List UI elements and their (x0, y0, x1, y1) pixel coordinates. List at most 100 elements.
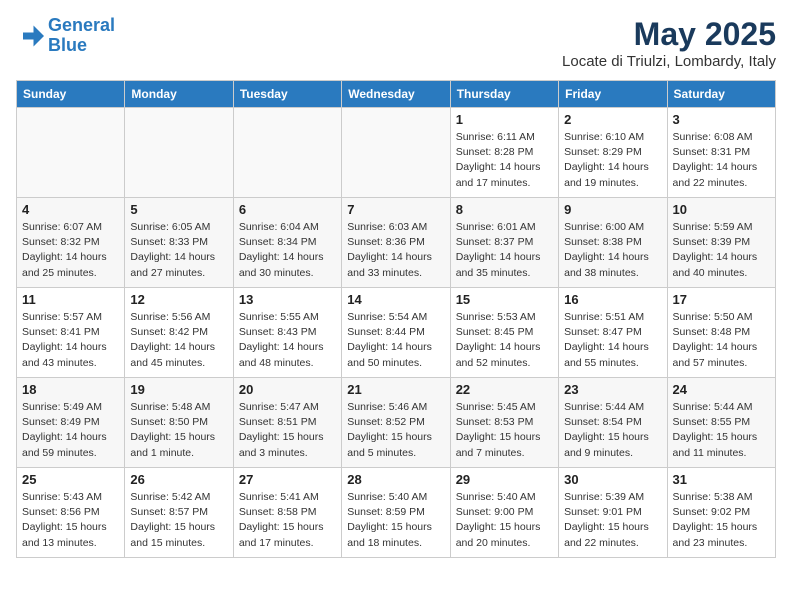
day-number: 10 (673, 202, 770, 217)
day-info: Sunrise: 5:57 AM Sunset: 8:41 PM Dayligh… (22, 310, 119, 371)
day-info: Sunrise: 5:51 AM Sunset: 8:47 PM Dayligh… (564, 310, 661, 371)
day-number: 8 (456, 202, 553, 217)
location-title: Locate di Triulzi, Lombardy, Italy (562, 53, 776, 70)
title-block: May 2025 Locate di Triulzi, Lombardy, It… (562, 16, 776, 70)
day-number: 17 (673, 292, 770, 307)
table-row: 28Sunrise: 5:40 AM Sunset: 8:59 PM Dayli… (342, 468, 450, 558)
day-number: 19 (130, 382, 227, 397)
day-number: 16 (564, 292, 661, 307)
col-wednesday: Wednesday (342, 81, 450, 108)
logo: General Blue (16, 16, 115, 56)
page-header: General Blue May 2025 Locate di Triulzi,… (16, 16, 776, 70)
day-info: Sunrise: 5:45 AM Sunset: 8:53 PM Dayligh… (456, 400, 553, 461)
calendar-header-row: Sunday Monday Tuesday Wednesday Thursday… (17, 81, 776, 108)
day-number: 3 (673, 112, 770, 127)
day-info: Sunrise: 6:08 AM Sunset: 8:31 PM Dayligh… (673, 130, 770, 191)
day-info: Sunrise: 5:41 AM Sunset: 8:58 PM Dayligh… (239, 490, 336, 551)
table-row: 10 Sunrise: 5:59 AM Sunset: 8:39 PM Dayli… (667, 198, 775, 288)
day-info: Sunrise: 5:50 AM Sunset: 8:48 PM Dayligh… (673, 310, 770, 371)
col-friday: Friday (559, 81, 667, 108)
table-row: 11 Sunrise: 5:57 AM Sunset: 8:41 PM Dayli… (17, 288, 125, 378)
day-number: 20 (239, 382, 336, 397)
table-row (233, 108, 341, 198)
day-info: Sunrise: 5:44 AM Sunset: 8:55 PM Dayligh… (673, 400, 770, 461)
day-info: Sunrise: 5:54 AM Sunset: 8:44 PM Dayligh… (347, 310, 444, 371)
day-number: 21 (347, 382, 444, 397)
day-info: Sunrise: 6:10 AM Sunset: 8:29 PM Dayligh… (564, 130, 661, 191)
table-row: 24 Sunrise: 5:44 AM Sunset: 8:55 PM Dayli… (667, 378, 775, 468)
day-number: 29 (456, 472, 553, 487)
table-row: 3 Sunrise: 6:08 AM Sunset: 8:31 PM Daylig… (667, 108, 775, 198)
table-row: 13 Sunrise: 5:55 AM Sunset: 8:43 PM Dayli… (233, 288, 341, 378)
day-info: Sunrise: 5:55 AM Sunset: 8:43 PM Dayligh… (239, 310, 336, 371)
logo-line1: General (48, 15, 115, 35)
day-number: 22 (456, 382, 553, 397)
table-row: 1 Sunrise: 6:11 AM Sunset: 8:28 PM Daylig… (450, 108, 558, 198)
day-number: 31 (673, 472, 770, 487)
col-saturday: Saturday (667, 81, 775, 108)
table-row: 14 Sunrise: 5:54 AM Sunset: 8:44 PM Dayli… (342, 288, 450, 378)
table-row: 17 Sunrise: 5:50 AM Sunset: 8:48 PM Dayli… (667, 288, 775, 378)
table-row: 12 Sunrise: 5:56 AM Sunset: 8:42 PM Dayli… (125, 288, 233, 378)
calendar-week-row: 11 Sunrise: 5:57 AM Sunset: 8:41 PM Dayli… (17, 288, 776, 378)
day-number: 13 (239, 292, 336, 307)
day-number: 4 (22, 202, 119, 217)
day-number: 25 (22, 472, 119, 487)
day-info: Sunrise: 5:48 AM Sunset: 8:50 PM Dayligh… (130, 400, 227, 461)
table-row: 7 Sunrise: 6:03 AM Sunset: 8:36 PM Daylig… (342, 198, 450, 288)
day-info: Sunrise: 5:49 AM Sunset: 8:49 PM Dayligh… (22, 400, 119, 461)
logo-icon (16, 22, 44, 50)
table-row: 30Sunrise: 5:39 AM Sunset: 9:01 PM Dayli… (559, 468, 667, 558)
day-number: 18 (22, 382, 119, 397)
day-number: 11 (22, 292, 119, 307)
day-number: 1 (456, 112, 553, 127)
table-row: 31Sunrise: 5:38 AM Sunset: 9:02 PM Dayli… (667, 468, 775, 558)
day-info: Sunrise: 5:44 AM Sunset: 8:54 PM Dayligh… (564, 400, 661, 461)
day-number: 6 (239, 202, 336, 217)
day-info: Sunrise: 5:40 AM Sunset: 9:00 PM Dayligh… (456, 490, 553, 551)
table-row: 16 Sunrise: 5:51 AM Sunset: 8:47 PM Dayli… (559, 288, 667, 378)
table-row: 8Sunrise: 6:01 AM Sunset: 8:37 PM Daylig… (450, 198, 558, 288)
table-row: 22 Sunrise: 5:45 AM Sunset: 8:53 PM Dayli… (450, 378, 558, 468)
calendar-week-row: 25 Sunrise: 5:43 AM Sunset: 8:56 PM Dayli… (17, 468, 776, 558)
table-row: 18 Sunrise: 5:49 AM Sunset: 8:49 PM Dayli… (17, 378, 125, 468)
table-row: 5 Sunrise: 6:05 AM Sunset: 8:33 PM Daylig… (125, 198, 233, 288)
table-row: 29 Sunrise: 5:40 AM Sunset: 9:00 PM Dayli… (450, 468, 558, 558)
table-row: 23 Sunrise: 5:44 AM Sunset: 8:54 PM Dayli… (559, 378, 667, 468)
table-row: 4Sunrise: 6:07 AM Sunset: 8:32 PM Daylig… (17, 198, 125, 288)
day-info: Sunrise: 5:46 AM Sunset: 8:52 PM Dayligh… (347, 400, 444, 461)
table-row: 9Sunrise: 6:00 AM Sunset: 8:38 PM Daylig… (559, 198, 667, 288)
day-number: 14 (347, 292, 444, 307)
table-row: 15Sunrise: 5:53 AM Sunset: 8:45 PM Dayli… (450, 288, 558, 378)
calendar-week-row: 18 Sunrise: 5:49 AM Sunset: 8:49 PM Dayli… (17, 378, 776, 468)
table-row: 21 Sunrise: 5:46 AM Sunset: 8:52 PM Dayli… (342, 378, 450, 468)
day-number: 23 (564, 382, 661, 397)
table-row (342, 108, 450, 198)
table-row: 2 Sunrise: 6:10 AM Sunset: 8:29 PM Daylig… (559, 108, 667, 198)
day-number: 7 (347, 202, 444, 217)
calendar-week-row: 1 Sunrise: 6:11 AM Sunset: 8:28 PM Daylig… (17, 108, 776, 198)
logo-line2: Blue (48, 35, 87, 55)
table-row (125, 108, 233, 198)
table-row: 6 Sunrise: 6:04 AM Sunset: 8:34 PM Daylig… (233, 198, 341, 288)
day-number: 26 (130, 472, 227, 487)
day-info: Sunrise: 5:53 AM Sunset: 8:45 PM Dayligh… (456, 310, 553, 371)
day-info: Sunrise: 5:59 AM Sunset: 8:39 PM Dayligh… (673, 220, 770, 281)
day-number: 24 (673, 382, 770, 397)
day-info: Sunrise: 5:43 AM Sunset: 8:56 PM Dayligh… (22, 490, 119, 551)
day-number: 12 (130, 292, 227, 307)
day-info: Sunrise: 6:05 AM Sunset: 8:33 PM Dayligh… (130, 220, 227, 281)
col-sunday: Sunday (17, 81, 125, 108)
day-info: Sunrise: 5:42 AM Sunset: 8:57 PM Dayligh… (130, 490, 227, 551)
day-info: Sunrise: 6:03 AM Sunset: 8:36 PM Dayligh… (347, 220, 444, 281)
day-info: Sunrise: 5:39 AM Sunset: 9:01 PM Dayligh… (564, 490, 661, 551)
calendar-table: Sunday Monday Tuesday Wednesday Thursday… (16, 80, 776, 558)
day-info: Sunrise: 6:04 AM Sunset: 8:34 PM Dayligh… (239, 220, 336, 281)
day-number: 5 (130, 202, 227, 217)
day-info: Sunrise: 5:56 AM Sunset: 8:42 PM Dayligh… (130, 310, 227, 371)
day-info: Sunrise: 6:11 AM Sunset: 8:28 PM Dayligh… (456, 130, 553, 191)
day-number: 9 (564, 202, 661, 217)
table-row: 26 Sunrise: 5:42 AM Sunset: 8:57 PM Dayli… (125, 468, 233, 558)
day-number: 2 (564, 112, 661, 127)
table-row (17, 108, 125, 198)
